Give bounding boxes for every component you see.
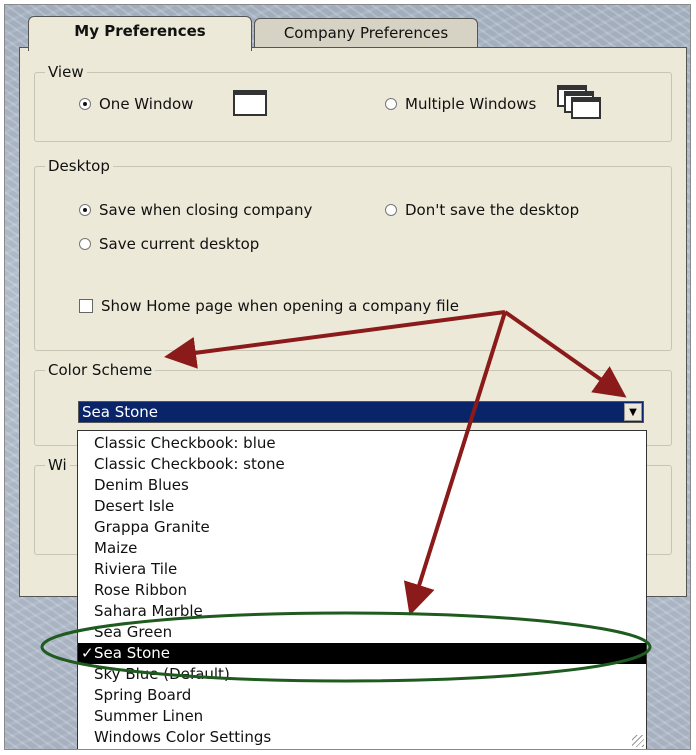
tab-company-preferences-label: Company Preferences: [283, 24, 449, 42]
tab-my-preferences[interactable]: My Preferences: [28, 16, 252, 51]
option-label: Grappa Granite: [94, 518, 210, 536]
option-label: Sea Stone: [94, 644, 171, 662]
multiple-windows-radio[interactable]: [385, 98, 397, 110]
multiple-windows-icon: [557, 85, 609, 121]
option-label: Windows Color Settings: [94, 728, 272, 746]
preferences-window: Company Preferences My Preferences View …: [4, 4, 691, 750]
one-window-label: One Window: [99, 95, 194, 113]
desktop-group: Desktop Save when closing company Don't …: [34, 157, 672, 351]
option-label: Denim Blues: [94, 476, 189, 494]
single-window-icon: [233, 90, 267, 116]
dont-save-desktop-option[interactable]: Don't save the desktop: [385, 201, 579, 219]
multiple-windows-option[interactable]: Multiple Windows: [385, 95, 536, 113]
one-window-option[interactable]: One Window: [79, 95, 193, 113]
option-sea-green[interactable]: Sea Green: [78, 622, 646, 643]
option-classic-checkbook-stone[interactable]: Classic Checkbook: stone: [78, 454, 646, 475]
view-legend: View: [45, 63, 87, 81]
option-summer-linen[interactable]: Summer Linen: [78, 706, 646, 727]
color-scheme-legend: Color Scheme: [45, 361, 156, 379]
save-when-closing-label: Save when closing company: [99, 201, 313, 219]
option-label: Riviera Tile: [94, 560, 178, 578]
option-windows-color-settings[interactable]: Windows Color Settings: [78, 727, 646, 748]
view-group: View One Window Multiple Windows: [34, 63, 672, 142]
option-label: Maize: [94, 539, 138, 557]
save-when-closing-radio[interactable]: [79, 204, 91, 216]
option-sea-stone[interactable]: ✓ Sea Stone: [78, 643, 646, 664]
resize-grip-icon[interactable]: [632, 735, 644, 747]
multiple-windows-label: Multiple Windows: [405, 95, 537, 113]
check-mark-icon: ✓: [81, 644, 94, 662]
save-when-closing-option[interactable]: Save when closing company: [79, 201, 312, 219]
save-current-desktop-label: Save current desktop: [99, 235, 260, 253]
color-scheme-options-list[interactable]: Classic Checkbook: blue Classic Checkboo…: [77, 430, 647, 749]
windows-settings-legend: Wi: [45, 456, 70, 474]
save-current-desktop-radio[interactable]: [79, 238, 91, 250]
option-sahara-marble[interactable]: Sahara Marble: [78, 601, 646, 622]
option-spring-board[interactable]: Spring Board: [78, 685, 646, 706]
option-label: Sea Green: [94, 623, 173, 641]
option-sky-blue-default[interactable]: Sky Blue (Default): [78, 664, 646, 685]
option-label: Rose Ribbon: [94, 581, 188, 599]
dont-save-desktop-radio[interactable]: [385, 204, 397, 216]
option-grappa-granite[interactable]: Grappa Granite: [78, 517, 646, 538]
option-maize[interactable]: Maize: [78, 538, 646, 559]
option-label: Sky Blue (Default): [94, 665, 230, 683]
tab-company-preferences[interactable]: Company Preferences: [254, 18, 478, 48]
show-home-page-checkbox[interactable]: [79, 299, 93, 313]
color-scheme-dropdown[interactable]: Sea Stone ▼: [78, 401, 644, 423]
color-scheme-selected-value: Sea Stone: [82, 403, 159, 421]
option-label: Classic Checkbook: blue: [94, 434, 276, 452]
option-denim-blues[interactable]: Denim Blues: [78, 475, 646, 496]
option-desert-isle[interactable]: Desert Isle: [78, 496, 646, 517]
show-home-page-option[interactable]: Show Home page when opening a company fi…: [79, 297, 459, 315]
dropdown-arrow-icon[interactable]: ▼: [624, 403, 642, 421]
dont-save-desktop-label: Don't save the desktop: [405, 201, 580, 219]
option-label: Desert Isle: [94, 497, 175, 515]
desktop-legend: Desktop: [45, 157, 113, 175]
option-label: Sahara Marble: [94, 602, 203, 620]
option-classic-checkbook-blue[interactable]: Classic Checkbook: blue: [78, 433, 646, 454]
option-label: Summer Linen: [94, 707, 204, 725]
option-label: Spring Board: [94, 686, 192, 704]
one-window-radio[interactable]: [79, 98, 91, 110]
save-current-desktop-option[interactable]: Save current desktop: [79, 235, 259, 253]
show-home-page-label: Show Home page when opening a company fi…: [101, 297, 459, 315]
option-riviera-tile[interactable]: Riviera Tile: [78, 559, 646, 580]
option-rose-ribbon[interactable]: Rose Ribbon: [78, 580, 646, 601]
tab-my-preferences-label: My Preferences: [74, 22, 206, 40]
option-label: Classic Checkbook: stone: [94, 455, 285, 473]
